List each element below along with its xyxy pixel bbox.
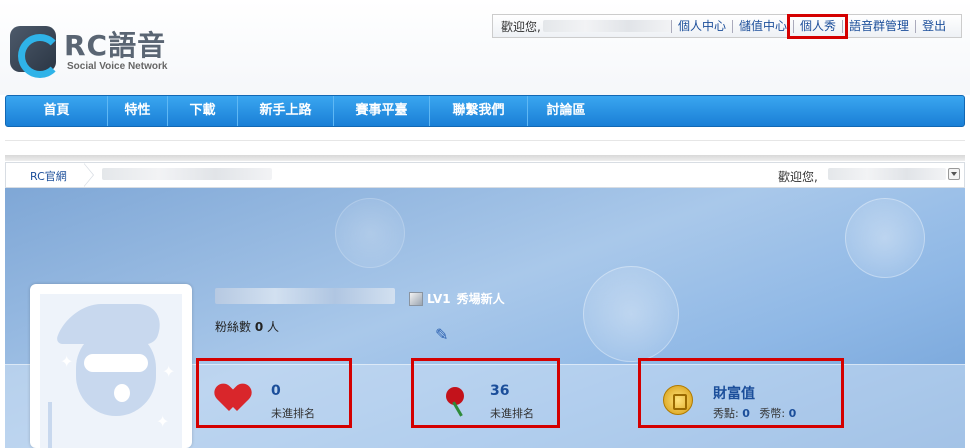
show-coins-label: 秀幣: (759, 407, 786, 420)
personal-center-link[interactable]: 個人中心 (671, 19, 732, 33)
microphone-icon (48, 402, 52, 448)
nav-contact[interactable]: 聯繫我們 (430, 96, 528, 126)
breadcrumb-welcome: 歡迎您, (778, 170, 818, 184)
nav-beginners[interactable]: 新手上路 (238, 96, 334, 126)
popularity-stat: 0 未進排名 (196, 358, 352, 428)
divider (5, 140, 965, 141)
logout-link[interactable]: 登出 (915, 19, 952, 33)
coin-icon (663, 385, 697, 415)
show-points-value: 0 (742, 407, 750, 420)
site-header: RC語音 Social Voice Network 歡迎您, 個人中心 儲值中心… (0, 0, 970, 95)
breadcrumb: RC官網 歡迎您, (5, 162, 965, 188)
popularity-rank: 未進排名 (271, 407, 315, 420)
breadcrumb-home-link[interactable]: RC官網 (30, 168, 67, 184)
avatar-mouth (114, 384, 130, 402)
edit-icon[interactable]: ✎ (435, 326, 453, 344)
decorative-bubble (583, 266, 679, 362)
show-coins-value: 0 (788, 407, 797, 420)
nav-features[interactable]: 特性 (108, 96, 168, 126)
nav-home[interactable]: 首頁 (6, 96, 108, 126)
breadcrumb-user-blurred (102, 168, 272, 180)
show-points-label: 秀點: (713, 407, 739, 420)
main-nav: 首頁 特性 下載 新手上路 賽事平臺 聯繫我們 討論區 (5, 95, 965, 127)
topbar-links: 個人中心 儲值中心 個人秀 語音群管理 登出 (671, 13, 952, 39)
nav-download[interactable]: 下載 (168, 96, 238, 126)
nav-events[interactable]: 賽事平臺 (334, 96, 430, 126)
flowers-rank: 未進排名 (490, 407, 534, 420)
welcome-text: 歡迎您, (501, 19, 541, 34)
wealth-stat: 財富值 秀點: 0 秀幣: 0 (638, 358, 844, 428)
level-icon (409, 291, 423, 306)
divider-shadow (5, 155, 965, 161)
user-topbar: 歡迎您, 個人中心 儲值中心 個人秀 語音群管理 登出 (492, 13, 962, 39)
sparkle-icon: ✦ (162, 362, 176, 381)
default-avatar-image: ✦ ✦ ✦ (40, 294, 182, 448)
rc-logo[interactable]: RC語音 Social Voice Network (10, 26, 180, 78)
sparkle-icon: ✦ (60, 352, 74, 371)
wealth-title: 財富值 (713, 386, 755, 402)
popularity-value: 0 (271, 383, 281, 399)
avatar-sunglasses (84, 354, 148, 372)
avatar-head (76, 328, 156, 416)
nav-forum[interactable]: 討論區 (528, 96, 604, 126)
logo-brand: RC語音 (64, 29, 167, 62)
fans-value: 0 (254, 320, 264, 334)
page: RC語音 Social Voice Network 歡迎您, 個人中心 儲值中心… (0, 0, 970, 448)
voice-group-management-link[interactable]: 語音群管理 (842, 19, 915, 33)
rose-icon (442, 385, 476, 417)
recharge-center-link[interactable]: 儲值中心 (732, 19, 793, 33)
flowers-value: 36 (490, 383, 510, 399)
fans-label: 粉絲數 (215, 320, 252, 334)
profile-banner: ✦ ✦ ✦ 粉絲數 0 人 LV1 秀場新人 ✎ 0 未進排名 36 未進排名 … (5, 188, 965, 448)
logo-tagline: Social Voice Network (67, 61, 168, 72)
fans-count: 粉絲數 0 人 (215, 318, 279, 335)
breadcrumb-username-blurred (828, 168, 946, 180)
account-dropdown-icon[interactable] (948, 168, 960, 180)
sparkle-icon: ✦ (156, 412, 170, 431)
username-blurred (542, 20, 671, 32)
rc-logo-icon (10, 26, 62, 78)
decorative-bubble (845, 198, 925, 278)
avatar[interactable]: ✦ ✦ ✦ (30, 284, 192, 448)
personal-show-link[interactable]: 個人秀 (787, 13, 849, 39)
fans-unit: 人 (267, 320, 280, 334)
breadcrumb-arrow-icon (84, 163, 98, 187)
level-title: 秀場新人 (456, 292, 505, 306)
level-value: LV1 (427, 291, 451, 306)
level-badge: LV1 秀場新人 (409, 290, 505, 307)
flowers-stat: 36 未進排名 (411, 358, 560, 428)
decorative-bubble (335, 198, 405, 268)
heart-icon (221, 385, 255, 415)
coin-disc (663, 385, 693, 415)
display-name-blurred (215, 288, 395, 304)
wealth-details: 秀點: 0 秀幣: 0 (713, 405, 796, 421)
